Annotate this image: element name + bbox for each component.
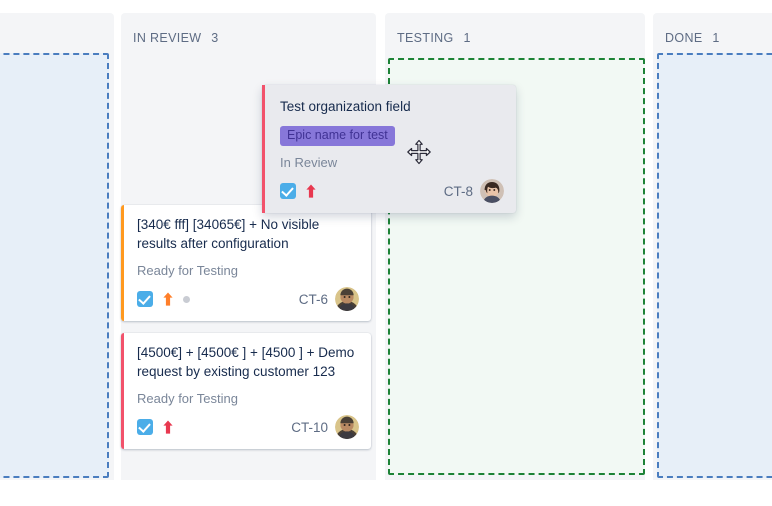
column-title-done: DONE <box>665 31 703 45</box>
card-status: In Review <box>280 155 338 170</box>
card-ct-10[interactable]: [4500€] + [4500€ ] + [4500 ] + Demo requ… <box>121 333 371 449</box>
card-ct-6[interactable]: [340€ fff] [34065€] + No visible results… <box>121 205 371 321</box>
card-status: Ready for Testing <box>137 263 238 278</box>
card-footer: CT-6 <box>137 287 359 311</box>
card-key[interactable]: CT-10 <box>291 420 328 435</box>
priority-up-arrow-icon[interactable] <box>305 183 317 199</box>
card-title: [340€ fff] [34065€] + No visible results… <box>137 217 320 251</box>
task-type-check-icon[interactable] <box>280 183 296 199</box>
card-icons <box>280 183 317 199</box>
column-header-done: DONE 1 <box>653 13 772 45</box>
column-count-in-review: 3 <box>211 31 219 45</box>
column-header-backlog <box>0 13 114 45</box>
card-title: [4500€] + [4500€ ] + [4500 ] + Demo requ… <box>137 345 355 379</box>
column-title-in-review: IN REVIEW <box>133 31 202 45</box>
avatar[interactable] <box>480 179 504 203</box>
task-type-check-icon[interactable] <box>137 291 153 307</box>
avatar[interactable] <box>335 415 359 439</box>
priority-up-arrow-icon[interactable] <box>162 419 174 435</box>
column-count-testing: 1 <box>463 31 471 45</box>
dragged-card-ct-8[interactable]: Test organization field Epic name for te… <box>262 85 516 213</box>
card-key[interactable]: CT-6 <box>299 292 328 307</box>
column-count-done: 1 <box>712 31 720 45</box>
card-icons <box>137 419 174 435</box>
card-footer: CT-8 <box>280 179 504 203</box>
priority-up-arrow-icon[interactable] <box>162 291 174 307</box>
card-footer: CT-10 <box>137 415 359 439</box>
column-header-testing: TESTING 1 <box>385 13 645 45</box>
dropzone-backlog[interactable] <box>0 53 109 478</box>
epic-badge[interactable]: Epic name for test <box>280 126 395 146</box>
avatar[interactable] <box>335 287 359 311</box>
column-title-testing: TESTING <box>397 31 454 45</box>
card-status: Ready for Testing <box>137 391 238 406</box>
kanban-board: IN REVIEW 3 TESTING 1 DONE 1 [340€ fff] … <box>0 0 772 506</box>
card-icons <box>137 291 190 307</box>
status-dot-icon <box>183 295 190 303</box>
card-title: Test organization field <box>280 99 411 114</box>
column-header-in-review: IN REVIEW 3 <box>121 13 376 45</box>
card-key[interactable]: CT-8 <box>444 184 473 199</box>
dropzone-done[interactable] <box>657 53 772 478</box>
task-type-check-icon[interactable] <box>137 419 153 435</box>
